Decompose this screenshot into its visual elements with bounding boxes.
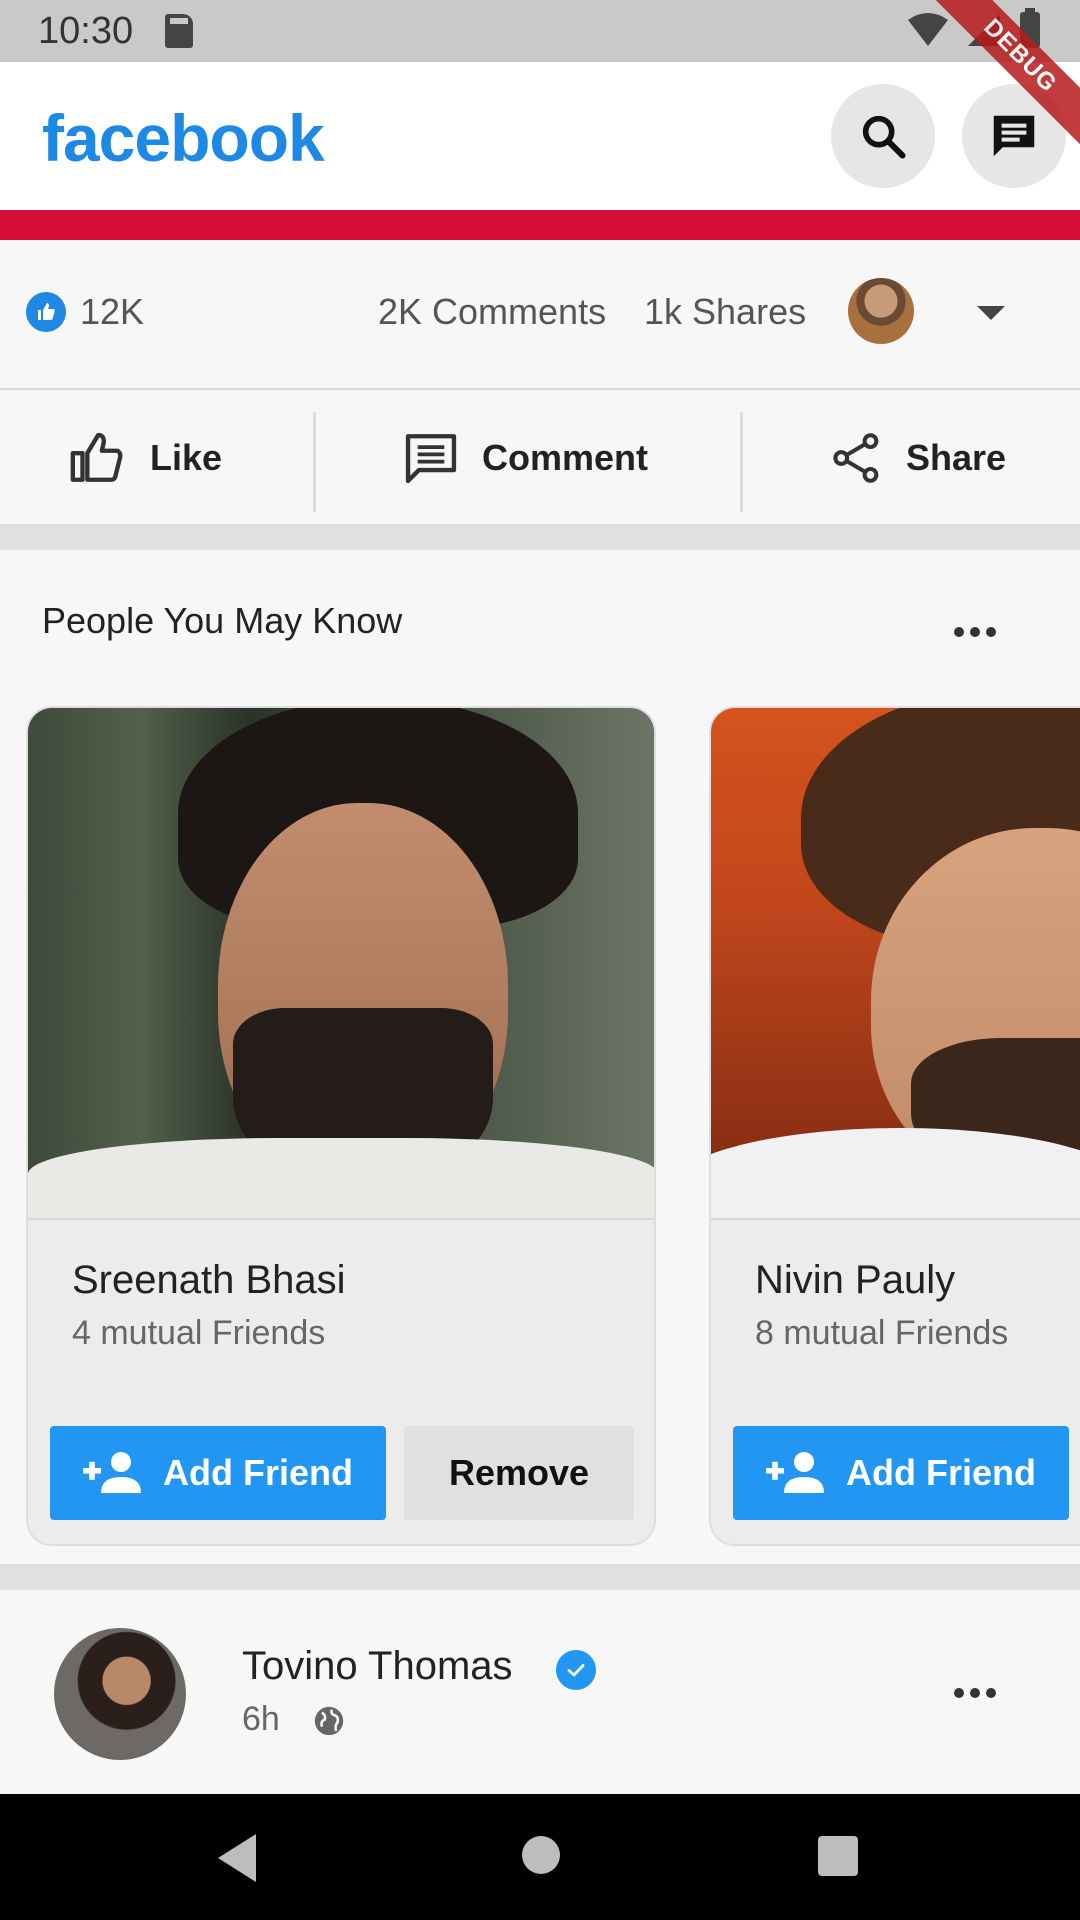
profile-photo[interactable] (711, 708, 1080, 1220)
add-friend-label: Add Friend (163, 1452, 353, 1493)
globe-icon (314, 1706, 344, 1736)
more-options-icon[interactable] (954, 627, 996, 637)
like-button[interactable]: Like (66, 392, 222, 524)
comment-button[interactable]: Comment (402, 392, 648, 524)
chevron-down-icon[interactable] (977, 306, 1005, 320)
share-icon (833, 433, 879, 483)
post-header: Tovino Thomas 6h (0, 1590, 1080, 1794)
add-friend-button[interactable]: Add Friend (50, 1426, 386, 1520)
search-button[interactable] (831, 84, 935, 188)
friend-suggestion-card[interactable]: Nivin Pauly 8 mutual Friends Add Friend (709, 706, 1080, 1546)
shares-count[interactable]: 1k Shares (644, 291, 806, 333)
divider (740, 412, 743, 512)
person-add-icon (766, 1452, 824, 1493)
likes-count[interactable]: 12K (80, 291, 144, 333)
like-label: Like (150, 437, 223, 478)
status-bar: 10:30 (0, 0, 1080, 62)
share-button[interactable]: Share (830, 392, 1006, 524)
profile-photo[interactable] (28, 708, 654, 1220)
share-label: Share (906, 437, 1007, 478)
thumbs-up-icon (70, 432, 123, 482)
post-options-icon[interactable] (954, 1688, 996, 1698)
post-actions: Like Comment Share (0, 392, 1080, 524)
author-avatar[interactable] (54, 1628, 186, 1760)
person-name[interactable]: Nivin Pauly (755, 1258, 955, 1303)
post-time: 6h (242, 1700, 280, 1738)
comment-icon (405, 434, 457, 484)
remove-button[interactable]: Remove (404, 1426, 634, 1520)
post-stats-row: 12K 2K Comments 1k Shares (0, 240, 1080, 390)
top-app-bar: facebook (0, 62, 1080, 210)
search-icon (862, 115, 906, 159)
mutual-friends: 8 mutual Friends (755, 1314, 1009, 1352)
viewer-avatar[interactable] (848, 278, 914, 344)
sd-card-icon (165, 14, 193, 48)
status-time: 10:30 (38, 10, 134, 52)
recents-icon[interactable] (818, 1836, 858, 1876)
message-icon (993, 115, 1035, 157)
back-icon[interactable] (218, 1834, 256, 1882)
comments-count[interactable]: 2K Comments (378, 291, 606, 333)
add-friend-label: Add Friend (846, 1452, 1036, 1493)
mutual-friends: 4 mutual Friends (72, 1314, 326, 1352)
verified-badge-icon (556, 1650, 596, 1690)
author-name[interactable]: Tovino Thomas (242, 1644, 513, 1689)
section-title: People You May Know (42, 600, 403, 641)
person-add-icon (83, 1452, 141, 1493)
divider (313, 412, 316, 512)
comment-label: Comment (482, 437, 649, 478)
red-divider (0, 210, 1080, 240)
section-separator (0, 1564, 1080, 1590)
like-reaction-icon (26, 292, 66, 332)
facebook-logo[interactable]: facebook (42, 100, 325, 176)
add-friend-button[interactable]: Add Friend (733, 1426, 1069, 1520)
wifi-icon (908, 13, 948, 46)
person-name[interactable]: Sreenath Bhasi (72, 1258, 346, 1303)
section-separator (0, 524, 1080, 550)
system-nav-bar (0, 1794, 1080, 1920)
friend-suggestion-card[interactable]: Sreenath Bhasi 4 mutual Friends Add Frie… (26, 706, 656, 1546)
home-icon[interactable] (522, 1836, 560, 1874)
people-you-may-know: People You May Know Sreenath Bhasi 4 mut… (0, 550, 1080, 1564)
